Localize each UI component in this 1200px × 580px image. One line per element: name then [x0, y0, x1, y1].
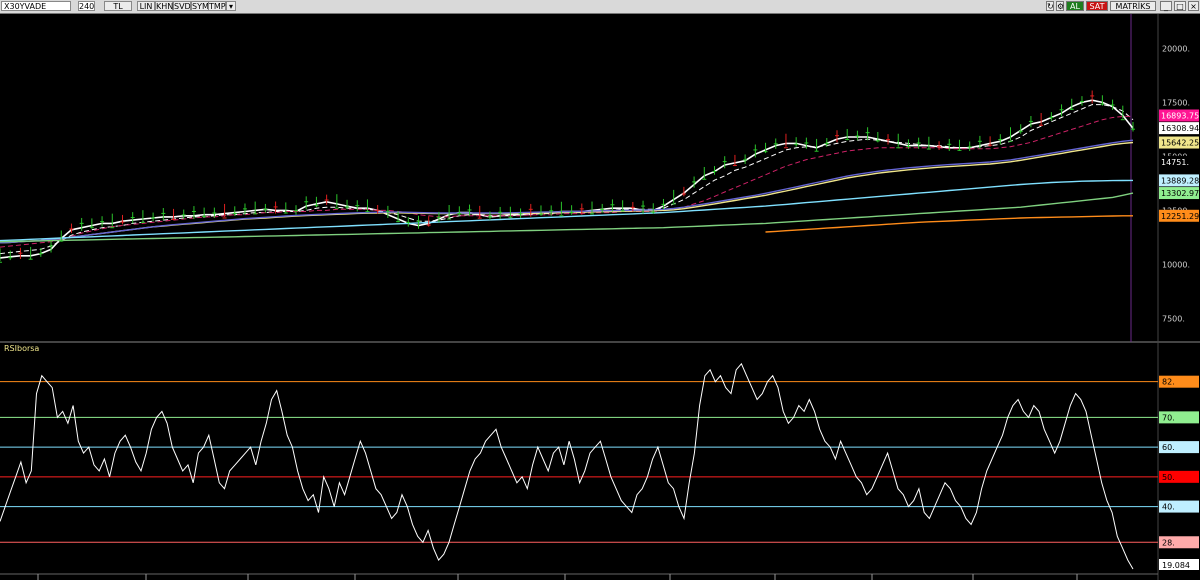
price-tick-label: 10000.	[1162, 260, 1190, 269]
price-badge-label: 13889.28	[1161, 176, 1199, 185]
rsi-level-label: 82.	[1162, 378, 1175, 387]
ma-yellow-line	[0, 141, 1134, 244]
ma-white-line	[0, 99, 1134, 259]
rsi-level-label: 28.	[1162, 538, 1175, 547]
price-badge-label: 12251.29	[1161, 212, 1199, 221]
price-badge-label: 16893.75	[1161, 111, 1199, 120]
chart-canvas: RSIborsa 20000.17500.15000.12500.10000.7…	[0, 14, 1200, 580]
rsi-level-label: 60.	[1162, 443, 1175, 452]
ma-orange-line	[765, 215, 1133, 233]
price-badge-label: 15642.25	[1161, 139, 1199, 148]
ma-dashed-white-line	[0, 104, 1134, 255]
price-badges: 16893.75 16308.94 15642.25 14751. 13889.28 13…	[1159, 109, 1199, 222]
rsi-level-label: 70.	[1162, 413, 1175, 422]
price-badge-label: 16308.94	[1161, 124, 1199, 133]
time-ticks	[37, 574, 1078, 580]
rsi-title: RSIborsa	[4, 344, 39, 353]
rsi-level-label: 50.	[1162, 473, 1175, 482]
rsi-levels: 82.70.60.50.40.28.20.	[0, 375, 1199, 571]
price-badge-label: 14751.	[1161, 158, 1189, 167]
ma-blue-line	[0, 139, 1134, 244]
price-tick-label: 7500.	[1162, 314, 1185, 323]
rsi-level-label: 40.	[1162, 503, 1175, 512]
price-badge-label: 13302.97	[1161, 189, 1199, 198]
rsi-line	[0, 362, 1134, 570]
rsi-series: 19.084	[0, 362, 1199, 570]
price-tick-label: 20000.	[1162, 44, 1190, 53]
candles	[0, 90, 1135, 263]
price-tick-label: 17500.	[1162, 98, 1190, 107]
rsi-last-label: 19.084	[1162, 561, 1190, 570]
ma-dashed-pink-line	[0, 115, 1133, 248]
price-series	[0, 99, 1134, 259]
